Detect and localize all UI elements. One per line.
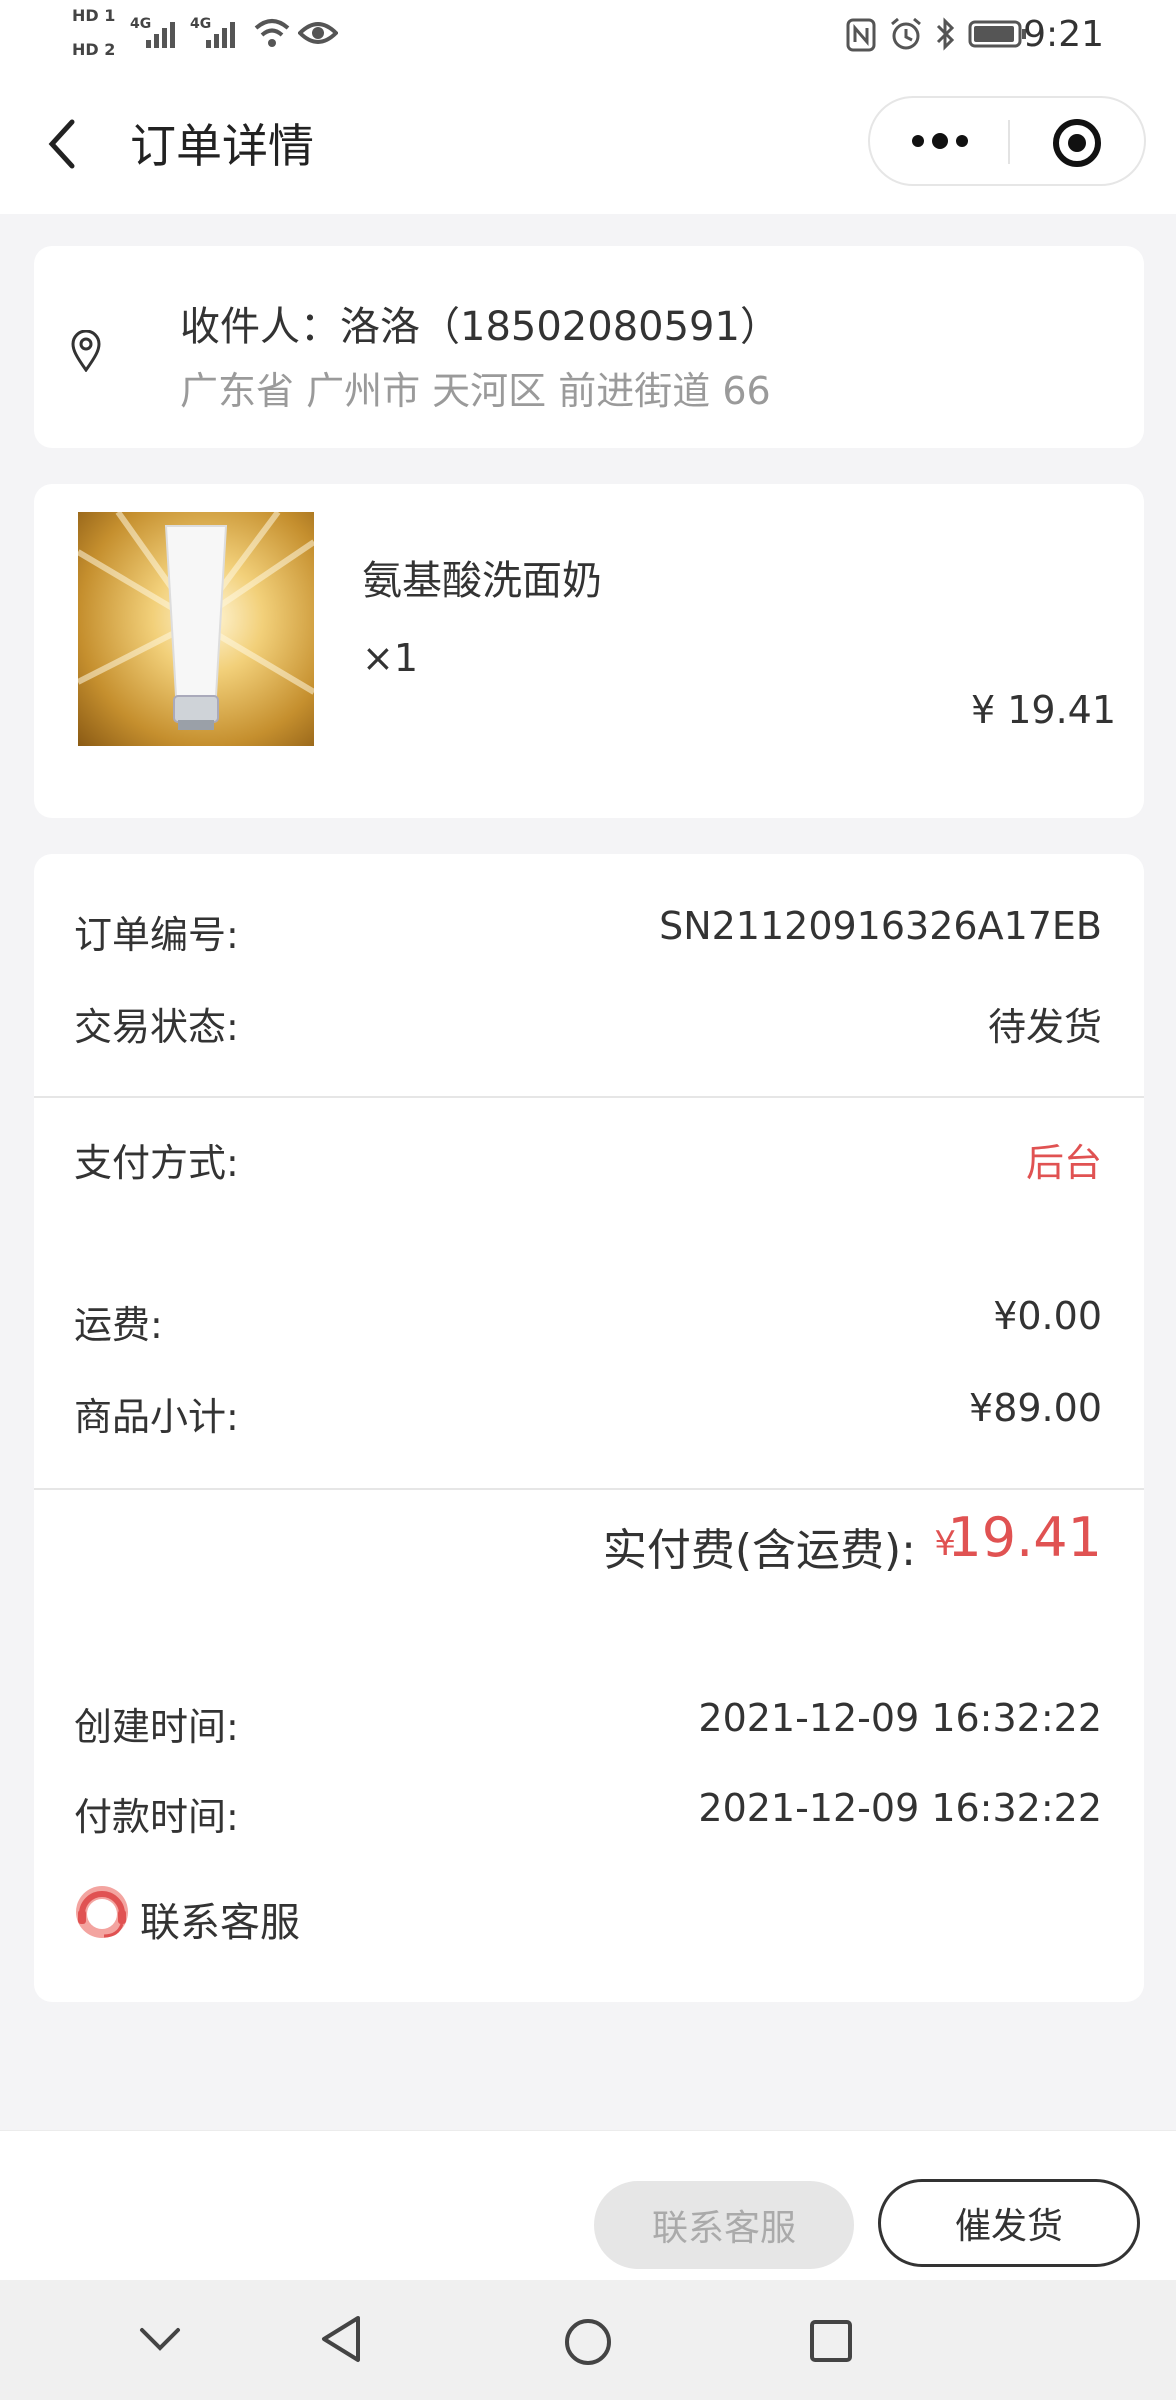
product-image (78, 512, 314, 746)
battery-icon (968, 20, 1026, 48)
hd2-indicator: HD 2 (72, 40, 116, 59)
eye-icon (298, 22, 338, 44)
total-paid-value: 19.41 (947, 1506, 1102, 1569)
contact-service-button[interactable]: 联系客服 (594, 2181, 854, 2269)
subtotal-value: ¥89.00 (969, 1386, 1102, 1430)
product-quantity: ×1 (362, 636, 419, 680)
navigation-bar: 订单详情 (0, 70, 1176, 214)
payment-time-value: 2021-12-09 16:32:22 (698, 1786, 1102, 1830)
back-triangle-icon[interactable] (318, 2314, 364, 2364)
location-pin-icon (71, 330, 101, 372)
page-title: 订单详情 (130, 119, 314, 173)
more-options-icon[interactable] (908, 128, 972, 154)
recent-apps-square-icon[interactable] (808, 2318, 854, 2364)
payment-time-label: 付款时间: (74, 1795, 239, 1839)
alarm-icon (891, 17, 921, 50)
shipping-fee-value: ¥0.00 (993, 1294, 1102, 1338)
trade-status-value: 待发货 (987, 1005, 1102, 1049)
order-number-label: 订单编号: (74, 913, 239, 957)
address-line: 广东省 广州市 天河区 前进街道 66 (180, 369, 771, 413)
recipient-name-phone: 收件人：洛洛（18502080591） (180, 304, 780, 350)
product-card[interactable]: 氨基酸洗面奶 ×1 ¥ 19.41 (34, 484, 1144, 818)
signal-icon (206, 22, 235, 48)
product-tube-illustration (78, 512, 314, 730)
divider (34, 1488, 1144, 1490)
product-price: ¥ 19.41 (970, 688, 1116, 732)
trade-status-label: 交易状态: (74, 1005, 239, 1049)
hd1-indicator: HD 1 (72, 6, 116, 25)
product-name: 氨基酸洗面奶 (362, 558, 602, 604)
close-target-icon[interactable] (1052, 118, 1102, 168)
divider (34, 1096, 1144, 1098)
wifi-icon (254, 19, 290, 47)
order-info-card: 订单编号: SN21120916326A17EB 交易状态: 待发货 支付方式:… (34, 854, 1144, 2002)
clock: 9:21 (1023, 14, 1104, 55)
payment-method-value: 后台 (1025, 1141, 1102, 1185)
bottom-action-bar: 联系客服 催发货 (0, 2130, 1176, 2281)
chevron-down-icon[interactable] (138, 2324, 182, 2354)
home-circle-icon[interactable] (562, 2316, 614, 2368)
back-arrow-icon[interactable] (44, 116, 80, 172)
subtotal-label: 商品小计: (74, 1395, 239, 1439)
mini-program-capsule (868, 96, 1146, 186)
shipping-fee-label: 运费: (74, 1303, 163, 1347)
urge-shipment-button[interactable]: 催发货 (878, 2179, 1140, 2267)
status-bar: HD 1 HD 2 4G 4G 9:21 (0, 0, 1176, 70)
bluetooth-icon (936, 17, 955, 51)
capsule-divider (1008, 120, 1010, 164)
order-number-value: SN21120916326A17EB (659, 904, 1102, 948)
created-time-label: 创建时间: (74, 1705, 239, 1749)
payment-method-label: 支付方式: (74, 1141, 239, 1185)
nfc-icon (846, 18, 876, 52)
address-card[interactable]: 收件人：洛洛（18502080591） 广东省 广州市 天河区 前进街道 66 (34, 246, 1144, 448)
total-paid-label: 实付费(含运费): (602, 1525, 916, 1576)
signal-icon (146, 22, 175, 48)
customer-service-icon[interactable] (72, 1882, 132, 1942)
created-time-value: 2021-12-09 16:32:22 (698, 1696, 1102, 1740)
system-navigation-bar (0, 2280, 1176, 2400)
contact-customer-service-link[interactable]: 联系客服 (140, 1890, 300, 1948)
